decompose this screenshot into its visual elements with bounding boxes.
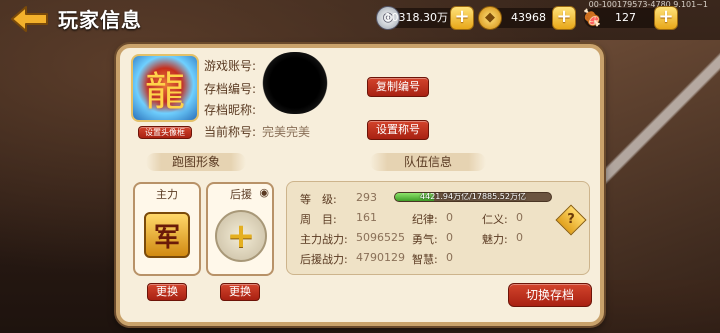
wisdom-label: 智慧:	[412, 253, 438, 266]
team-info-section-title: 队伍信息	[370, 153, 486, 171]
change-main-button[interactable]: 更换	[147, 283, 187, 301]
charm-value: 0	[516, 231, 523, 244]
set-title-button[interactable]: 设置称号	[367, 120, 429, 140]
main-power-label: 主力战力:	[300, 233, 348, 246]
main-slot[interactable]: 主力 军	[133, 182, 201, 276]
exp-text: 4421.94万亿/17885.52万亿	[420, 192, 526, 201]
add-silver-button[interactable]: +	[450, 6, 474, 30]
discipline-label: 纪律:	[412, 213, 438, 226]
add-stamina-button[interactable]: +	[654, 6, 678, 30]
kindness-value: 0	[516, 211, 523, 224]
cycle-value: 161	[356, 211, 377, 224]
gold-resource: ◆ 43968 +	[478, 6, 576, 30]
question-icon: ?	[567, 212, 575, 227]
account-label: 游戏账号:	[204, 59, 257, 73]
avatar[interactable]: 龍	[131, 54, 199, 122]
current-title-label: 当前称号:	[204, 125, 257, 139]
courage-label: 勇气:	[412, 233, 438, 246]
back-button[interactable]	[10, 5, 50, 33]
back-arrow-icon	[11, 6, 48, 32]
charm-label: 魅力:	[482, 233, 508, 246]
change-support-button[interactable]: 更换	[220, 283, 260, 301]
wisdom-value: 0	[446, 251, 453, 264]
run-image-section-title: 跑图形象	[146, 153, 246, 171]
support-power-value: 4790129	[356, 251, 405, 264]
support-slot[interactable]: 后援 ◉ +	[206, 182, 274, 276]
exp-bar: 4421.94万亿/17885.52万亿	[394, 192, 552, 202]
save-id-label: 存档编号:	[204, 82, 257, 96]
main-power-value: 5096525	[356, 231, 405, 244]
meat-drumstick-icon: 🍖	[582, 8, 602, 27]
redacted-scribble	[262, 52, 328, 114]
eye-icon[interactable]: ◉	[259, 186, 269, 199]
dragon-avatar-icon: 龍	[145, 69, 185, 115]
level-value: 293	[356, 191, 377, 204]
main-slot-label: 主力	[156, 188, 178, 201]
set-avatar-frame-button[interactable]: 设置头像框	[138, 126, 192, 139]
courage-value: 0	[446, 231, 453, 244]
silver-resource: ◎ 10318.30万 +	[376, 6, 474, 30]
cycle-label: 周 目:	[300, 213, 337, 226]
gold-ingot-icon: ◆	[478, 6, 502, 30]
add-support-icon: +	[215, 210, 267, 262]
current-title-value: 完美完美	[262, 125, 311, 139]
support-power-label: 后援战力:	[300, 253, 348, 266]
level-label: 等 级:	[300, 193, 337, 206]
army-badge-icon: 军	[144, 212, 190, 258]
page-title: 玩家信息	[58, 8, 142, 32]
add-gold-button[interactable]: +	[552, 6, 576, 30]
save-nickname-label: 存档昵称:	[204, 103, 257, 117]
copy-id-button[interactable]: 复制编号	[367, 77, 429, 97]
kindness-label: 仁义:	[482, 213, 508, 226]
stamina-resource: 🍖 127 +	[582, 6, 678, 30]
discipline-value: 0	[446, 211, 453, 224]
switch-save-button[interactable]: 切换存档	[508, 283, 592, 307]
